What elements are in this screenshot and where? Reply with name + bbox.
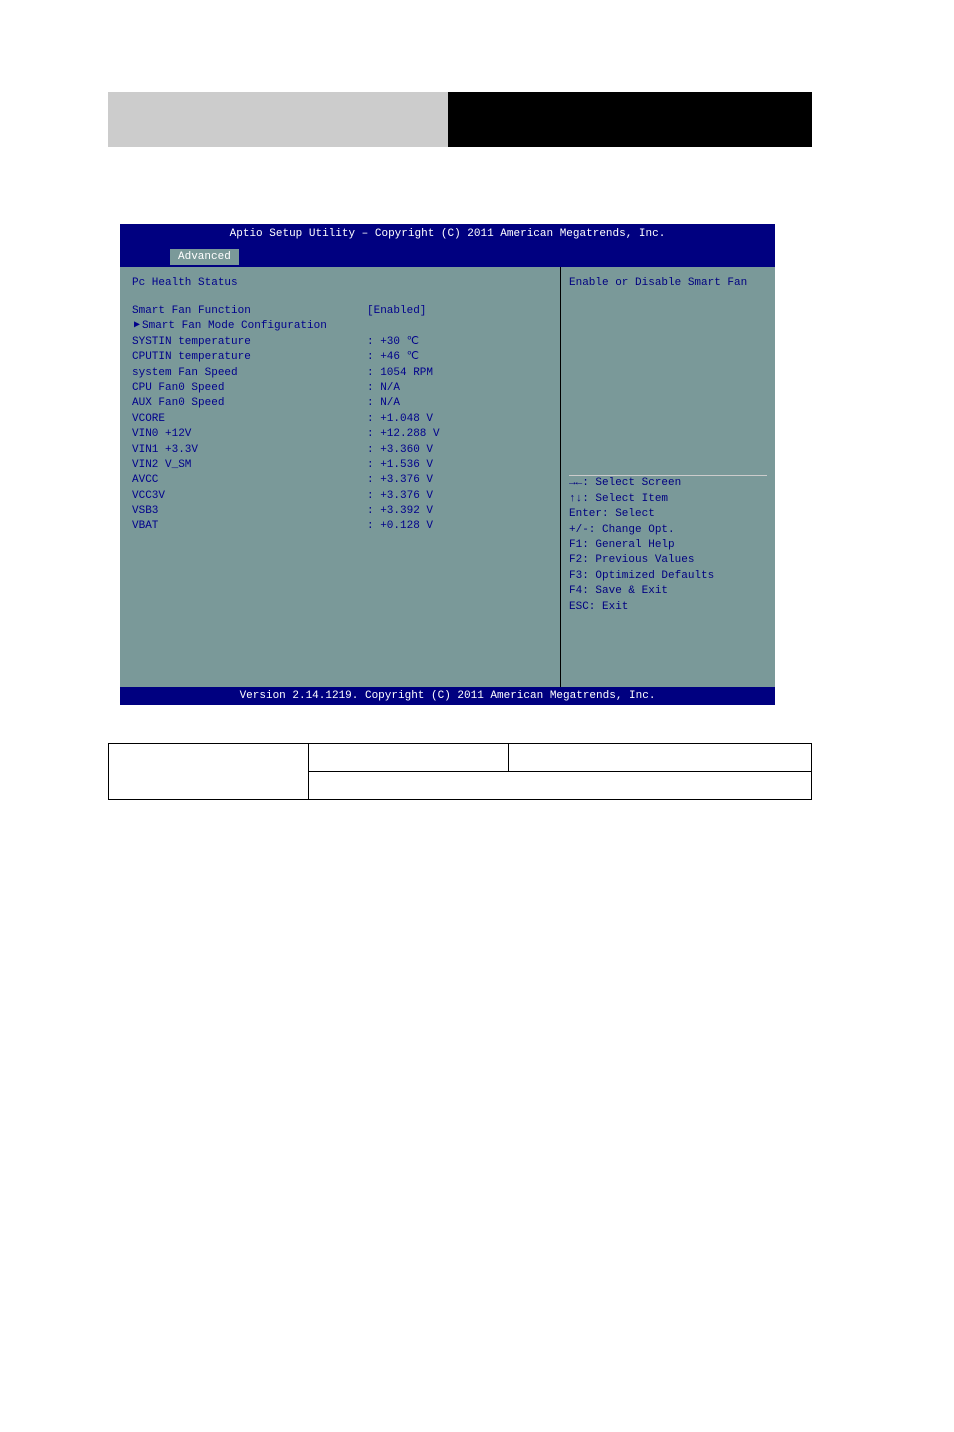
bios-body: Pc Health Status Smart Fan Function [Ena… xyxy=(120,267,775,687)
reading-value: : N/A xyxy=(367,381,548,396)
reading-label: VCC3V xyxy=(132,489,367,504)
bios-title: Aptio Setup Utility – Copyright (C) 2011… xyxy=(120,224,775,244)
reading-label: system Fan Speed xyxy=(132,366,367,381)
reading-row: VCORE: +1.048 V xyxy=(132,412,548,427)
help-key-line: Enter: Select xyxy=(569,507,767,522)
reading-value: : +30 ℃ xyxy=(367,335,548,350)
bios-window: Aptio Setup Utility – Copyright (C) 2011… xyxy=(120,224,775,705)
reading-row: VCC3V: +3.376 V xyxy=(132,489,548,504)
page-header-bar xyxy=(108,92,812,147)
reading-row: CPU Fan0 Speed: N/A xyxy=(132,381,548,396)
reading-value: : +3.376 V xyxy=(367,473,548,488)
selected-value: [Enabled] xyxy=(367,304,548,319)
help-key-line: F1: General Help xyxy=(569,538,767,553)
help-key-line: ↑↓: Select Item xyxy=(569,492,767,507)
reading-row: VIN0 +12V: +12.288 V xyxy=(132,427,548,442)
reading-label: CPU Fan0 Speed xyxy=(132,381,367,396)
help-key-line: +/-: Change Opt. xyxy=(569,523,767,538)
reading-value: : +12.288 V xyxy=(367,427,548,442)
help-key-line: →←: Select Screen xyxy=(569,476,767,491)
reading-value: : +0.128 V xyxy=(367,519,548,534)
help-key-line: F2: Previous Values xyxy=(569,553,767,568)
reading-value: : +1.048 V xyxy=(367,412,548,427)
reading-value: : N/A xyxy=(367,396,548,411)
reading-label: CPUTIN temperature xyxy=(132,350,367,365)
smart-fan-function-item[interactable]: Smart Fan Function [Enabled] xyxy=(132,304,548,319)
reading-label: SYSTIN temperature xyxy=(132,335,367,350)
bios-right-panel: Enable or Disable Smart Fan →←: Select S… xyxy=(560,267,775,687)
reading-row: VIN1 +3.3V: +3.360 V xyxy=(132,443,548,458)
reading-row: CPUTIN temperature: +46 ℃ xyxy=(132,350,548,365)
reading-label: VBAT xyxy=(132,519,367,534)
bios-left-panel: Pc Health Status Smart Fan Function [Ena… xyxy=(120,267,560,687)
reading-label: VCORE xyxy=(132,412,367,427)
reading-label: AUX Fan0 Speed xyxy=(132,396,367,411)
section-header: Pc Health Status xyxy=(132,277,548,289)
help-text: Enable or Disable Smart Fan xyxy=(569,277,767,299)
reading-value: : +1.536 V xyxy=(367,458,548,473)
table-cell xyxy=(309,744,509,772)
readings-list: SYSTIN temperature: +30 ℃CPUTIN temperat… xyxy=(132,335,548,535)
reading-value: : 1054 RPM xyxy=(367,366,548,381)
reading-value: : +3.360 V xyxy=(367,443,548,458)
header-right-block xyxy=(448,92,812,147)
reading-row: AUX Fan0 Speed: N/A xyxy=(132,396,548,411)
header-left-block xyxy=(108,92,448,147)
submenu-pointer-icon: ▶ xyxy=(134,319,140,331)
reading-row: system Fan Speed: 1054 RPM xyxy=(132,366,548,381)
tabs-row: Advanced xyxy=(120,244,775,267)
reading-row: VSB3: +3.392 V xyxy=(132,504,548,519)
reading-label: AVCC xyxy=(132,473,367,488)
reading-value: : +3.392 V xyxy=(367,504,548,519)
table-cell xyxy=(509,744,812,772)
table-cell xyxy=(309,772,812,800)
help-key-line: F3: Optimized Defaults xyxy=(569,569,767,584)
bios-footer: Version 2.14.1219. Copyright (C) 2011 Am… xyxy=(120,687,775,705)
selected-label: Smart Fan Function xyxy=(132,304,367,319)
help-key-line: F4: Save & Exit xyxy=(569,584,767,599)
submenu-label: Smart Fan Mode Configuration xyxy=(142,319,327,334)
reading-label: VIN0 +12V xyxy=(132,427,367,442)
reading-label: VIN1 +3.3V xyxy=(132,443,367,458)
options-table xyxy=(108,743,812,800)
reading-row: VIN2 V_SM: +1.536 V xyxy=(132,458,548,473)
table-row xyxy=(109,744,812,772)
reading-label: VSB3 xyxy=(132,504,367,519)
reading-row: VBAT: +0.128 V xyxy=(132,519,548,534)
smart-fan-mode-config-item[interactable]: Smart Fan Mode Configuration xyxy=(132,319,548,334)
reading-row: SYSTIN temperature: +30 ℃ xyxy=(132,335,548,350)
reading-row: AVCC: +3.376 V xyxy=(132,473,548,488)
reading-label: VIN2 V_SM xyxy=(132,458,367,473)
reading-value: : +46 ℃ xyxy=(367,350,548,365)
table-cell xyxy=(109,744,309,800)
reading-value: : +3.376 V xyxy=(367,489,548,504)
tab-advanced[interactable]: Advanced xyxy=(170,249,239,265)
help-key-line: ESC: Exit xyxy=(569,600,767,615)
help-keys: →←: Select Screen↑↓: Select ItemEnter: S… xyxy=(569,470,767,677)
